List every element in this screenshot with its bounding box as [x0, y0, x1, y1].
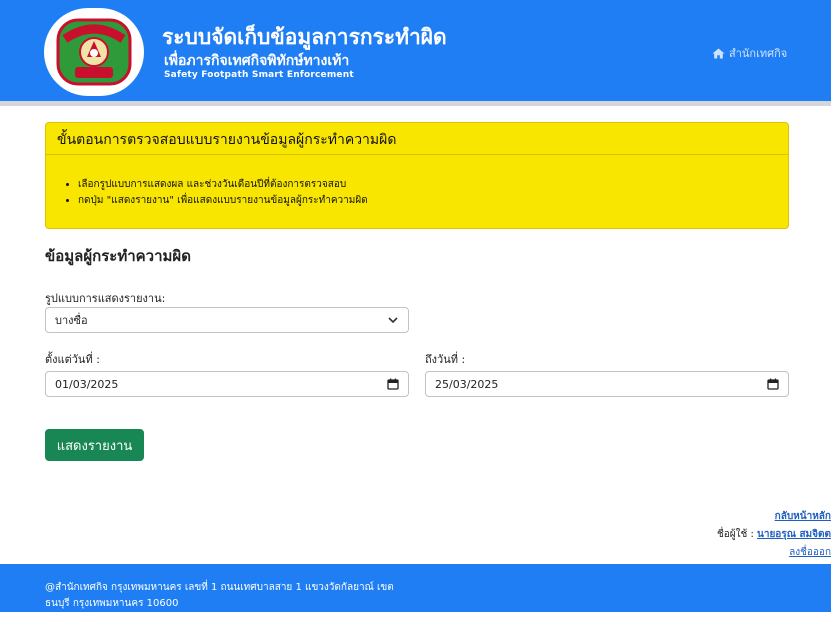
- user-label: ชื่อผู้ใช้ :: [716, 529, 754, 540]
- footer-line: @สำนักเทศกิจ กรุงเทพมหานคร เลขที่ 1 ถนนเ…: [45, 582, 394, 593]
- report-type-select[interactable]: บางซื่อ: [45, 307, 409, 333]
- to-date-label: ถึงวันที่ :: [425, 353, 466, 366]
- calendar-icon[interactable]: [767, 378, 779, 390]
- office-home-link[interactable]: สำนักเทศกิจ: [712, 44, 787, 62]
- user-row: ชื่อผู้ใช้ : นายอรุณ สมจิตต: [631, 526, 831, 544]
- page-header: ระบบจัดเก็บข้อมูลการกระทำผิด เพื่อภารกิจ…: [0, 0, 831, 101]
- section-title: ข้อมูลผู้กระทำความผิด: [45, 247, 191, 265]
- bangkok-tessakij-logo: [56, 18, 132, 86]
- from-date-input[interactable]: 01/03/2025: [45, 371, 409, 397]
- header-divider: [0, 101, 831, 106]
- instructions-title: ขั้นตอนการตรวจสอบแบบรายงานข้อมูลผู้กระทำ…: [57, 132, 397, 148]
- back-home-link[interactable]: กลับหน้าหลัก: [775, 511, 831, 522]
- user-panel: กลับหน้าหลัก ชื่อผู้ใช้ : นายอรุณ สมจิตต…: [631, 508, 831, 562]
- bottom-strip: [0, 612, 831, 618]
- app-subtitle-en: Safety Footpath Smart Enforcement: [164, 70, 354, 80]
- chevron-down-icon: [388, 317, 398, 324]
- from-date-value: 01/03/2025: [55, 377, 119, 391]
- calendar-icon[interactable]: [387, 378, 399, 390]
- to-date-value: 25/03/2025: [435, 377, 499, 391]
- home-icon: [712, 48, 725, 58]
- instructions-list: เลือกรูปแบบการแสดงผล และช่วงวันเดือนปีที…: [78, 177, 368, 209]
- instruction-step: เลือกรูปแบบการแสดงผล และช่วงวันเดือนปีที…: [78, 177, 368, 193]
- app-subtitle: เพื่อภารกิจเทศกิจพิทักษ์ทางเท้า: [164, 53, 350, 69]
- instructions-alert: ขั้นตอนการตรวจสอบแบบรายงานข้อมูลผู้กระทำ…: [45, 122, 789, 229]
- to-date-input[interactable]: 25/03/2025: [425, 371, 789, 397]
- report-type-label: รูปแบบการแสดงรายงาน:: [45, 292, 166, 305]
- logout-link[interactable]: ลงชื่อออก: [789, 547, 831, 558]
- instruction-step: กดปุ่ม "แสดงรายงาน" เพื่อแสดงแบบรายงานข้…: [78, 193, 368, 209]
- office-link-label: สำนักเทศกิจ: [729, 47, 788, 60]
- from-date-label: ตั้งแต่วันที่ :: [45, 353, 100, 366]
- logo-badge: [44, 8, 144, 96]
- show-report-button[interactable]: แสดงรายงาน: [45, 429, 144, 461]
- instructions-divider: [46, 154, 788, 155]
- footer-line: ธนบุรี กรุงเทพมหานคร 10600: [45, 598, 179, 609]
- report-type-value: บางซื่อ: [55, 314, 88, 327]
- page-footer: @สำนักเทศกิจ กรุงเทพมหานคร เลขที่ 1 ถนนเ…: [0, 564, 831, 612]
- user-name-link[interactable]: นายอรุณ สมจิตต: [757, 529, 831, 540]
- footer-address: @สำนักเทศกิจ กรุงเทพมหานคร เลขที่ 1 ถนนเ…: [45, 580, 394, 612]
